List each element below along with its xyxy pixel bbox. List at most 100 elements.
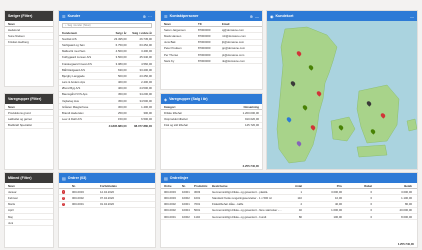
ordrelinje-row-cell: 000-0003: [164, 195, 176, 200]
kunder-row-cell: 6.750,00: [115, 42, 127, 47]
col-antal: Antal: [295, 183, 302, 188]
kunder-row-cell: 26.745,00: [139, 36, 152, 41]
ordrelinjer-title: Ordrelinjer: [169, 176, 189, 180]
collapse-map-icon[interactable]: —: [410, 14, 414, 19]
collapse-icon[interactable]: —: [255, 14, 259, 19]
kundekort-panel: ◉ Kundekort —: [266, 10, 418, 170]
ordrelinjer-panel: ▤ Ordrelinjer Ordre Nr. Produktnr. Beskr…: [160, 172, 418, 248]
col-ordre-nr: Nr.: [72, 183, 76, 188]
kunder-row-cell: 500,00: [118, 73, 127, 78]
ordrelinje-row-cell: 1001: [194, 195, 201, 200]
kontakt-row-cell: Peter Poulsen: [164, 46, 182, 51]
tag-icon: ◈: [164, 96, 168, 102]
kunder-total-row: 44.895.880,00 88.077.880,00: [59, 123, 155, 129]
ordrelinje-row-cell: 10001: [182, 202, 190, 207]
kunder-row-cell: 4.560,00: [141, 61, 152, 66]
kunder-header: ☰ Kunder ⊕ ⋯: [59, 11, 155, 21]
ordrelinje-row-cell: 0: [370, 195, 372, 200]
ordrelinje-row-cell: 1: [300, 189, 302, 194]
kunder-row-cell: Vejlsøvej Hus: [62, 98, 79, 103]
ordrelinje-row-cell: 000-0003: [164, 189, 176, 194]
saelger-filter-panel: Sælger (Filter) Navn Hedelund Sune Nielsen…: [4, 10, 54, 87]
ordre-status: !: [62, 190, 72, 194]
varegruppe-filter-header: Varegrupper (Filter): [5, 94, 53, 104]
kontakt-row[interactable]: Niels Ky 87000000 nk@domæne.com: [161, 58, 262, 65]
kunder-row-cell: 460,00: [118, 80, 127, 85]
ordrelinjer-total-row: 2.255.740,00: [161, 241, 417, 247]
kunder-row-cell: 3.400,00: [141, 49, 152, 54]
varegruppe-filter-item[interactable]: Bodikraft Specialist: [5, 123, 53, 129]
col-salg-i-aar: Salg i år: [115, 30, 127, 35]
ordrer-header: ▤ Ordrer (03): [59, 173, 155, 183]
kunder-row-cell: 45.340,00: [139, 55, 152, 60]
ordre-row-cell: 000-0001: [72, 202, 84, 207]
ordrelinje-row-cell: Gennemsnitligt drikke- og gavenkort - bu…: [212, 214, 267, 219]
col-nr: Nr.: [182, 183, 186, 188]
kunder-row-cell: 63.452,00: [139, 42, 152, 47]
kunder-row-cell: Brandt Haderslev: [62, 111, 84, 116]
kunder-total-sidste: 88.077.880,00: [134, 123, 152, 128]
kontakt-row-cell: 87000000: [198, 40, 211, 45]
varegruppe-filter-panel: Varegrupper (Filter) Navn Produktions gru…: [4, 93, 54, 170]
kunder-row-cell: Gråsten Mæglerhuse: [62, 104, 89, 109]
people-icon: ☰: [62, 13, 66, 19]
add-icon[interactable]: ⊕: [143, 14, 146, 19]
kunder-row-cell: 4.500,00: [115, 49, 127, 54]
kunder-search-input[interactable]: ⌕ Søg i kunder (Tekst): [62, 23, 152, 28]
kunder-row-cell: 250,00: [118, 111, 127, 116]
kunder-row-cell: 23.450,00: [139, 73, 152, 78]
kontaktpersoner-header: ☰ Kontaktpersoner ⊕ —: [161, 11, 262, 21]
kontakt-row-cell: mh@domæne.com: [222, 33, 246, 38]
kontakt-row-cell: sj@domæne.com: [222, 27, 244, 32]
kontakt-row-cell: Mads Hansen: [164, 33, 182, 38]
varegruppe-row[interactable]: Fisk og sild tilbehør 145.720,00: [161, 123, 262, 129]
kunder-search-placeholder: Søg i kunder (Tekst): [67, 24, 91, 27]
ordrelinje-row-cell: 000-0002: [164, 202, 176, 207]
ordrelinje-row[interactable]: 000-0001 10002 1102 Gennemsnitligt drikke- …: [161, 214, 417, 221]
kunder-row-cell: 3.080,00: [115, 61, 127, 66]
error-icon: !: [62, 196, 66, 201]
ordrelinje-row-cell: 10,00: [335, 195, 342, 200]
ordrelinje-row-cell: 5001: [194, 208, 201, 213]
contact-icon: ☰: [164, 13, 168, 19]
kunder-row-cell: 150,00: [118, 117, 127, 122]
col-forfaldsdato: Forfaldsdato: [100, 183, 117, 188]
ordre-row[interactable]: ! 000-0001 01.04.2020: [59, 202, 155, 208]
col-navn: Navn: [164, 21, 171, 26]
zealand-landmass: [356, 84, 400, 144]
col-salg-sidste-aar: Salg i sidste år: [132, 30, 152, 35]
kontakt-row-cell: pt@domæne.com: [222, 52, 245, 57]
more-icon[interactable]: ⋯: [148, 14, 152, 19]
maaned-filter-item[interactable]: Juni: [5, 220, 53, 227]
ordrelinje-row-cell: 8.000,00: [401, 214, 412, 219]
ordrelinje-row-cell: 000-0002: [164, 208, 176, 213]
col-beloeb: Beløb: [404, 183, 412, 188]
kunder-row-cell: Frøslevgaard Invest A/S: [62, 61, 92, 66]
saelger-filter-item[interactable]: Kristian Hedberg: [5, 40, 53, 46]
ordre-row-cell: 12.04.2020: [100, 189, 114, 194]
kunder-total-salg: 44.895.880,00: [108, 123, 127, 128]
kontakt-row-cell: jb@domæne.com: [222, 40, 245, 45]
ordrelinje-row-cell: 000-0001: [164, 214, 176, 219]
kunder-panel: ☰ Kunder ⊕ ⋯ ⌕ Søg i kunder (Tekst) Kunde…: [58, 10, 156, 170]
ordre-row-cell: 000-0003: [72, 189, 84, 194]
kontakt-row-cell: pp@domæne.com: [222, 46, 246, 51]
ordre-row-cell: 000-0002: [72, 195, 84, 200]
kontakt-row-cell: nk@domæne.com: [222, 58, 245, 63]
kunder-row-cell: 2.400,00: [141, 80, 152, 85]
maaned-filter-header: Måned (Filter): [5, 173, 53, 183]
ordrelinje-row-cell: Standard hvide rengøringsservietter - 1 …: [212, 195, 272, 200]
kunder-row-cell: 33.400,00: [139, 67, 152, 72]
ordrelinje-row-cell: 80: [298, 214, 302, 219]
kontakt-row-cell: 87000000: [198, 58, 211, 63]
col-email: Email: [222, 21, 230, 26]
kontaktpersoner-panel: ☰ Kontaktpersoner ⊕ — Navn Tlf. Email Sø…: [160, 10, 263, 90]
kontakt-row-cell: Per Thorsø: [164, 52, 178, 57]
ordrelinje-row-cell: 100,00: [333, 214, 342, 219]
ordre-status: !: [62, 196, 72, 201]
col-rabat: Rabat: [364, 183, 372, 188]
add-contact-icon[interactable]: ⊕: [250, 14, 253, 19]
kundekort-header: ◉ Kundekort —: [267, 11, 417, 21]
map-canvas[interactable]: [267, 21, 417, 169]
ordrelinje-row-cell: 7001: [194, 202, 201, 207]
